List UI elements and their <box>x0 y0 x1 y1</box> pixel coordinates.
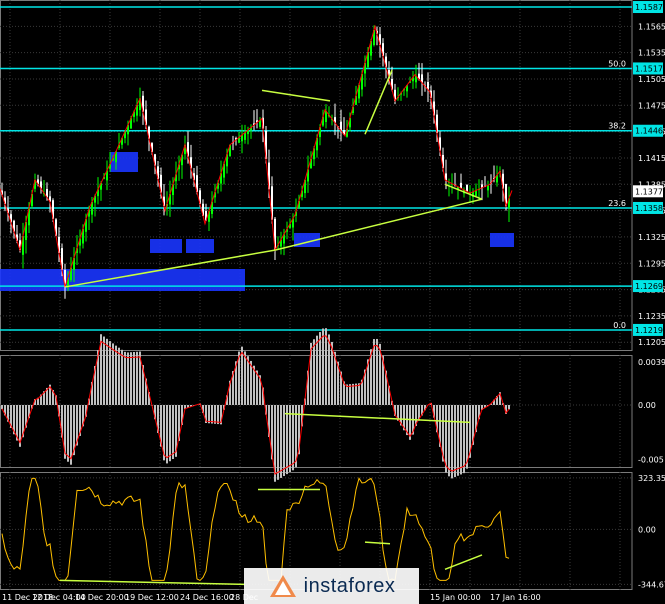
time-axis-label: 24 Dec 16:00 <box>180 593 234 602</box>
macd-tick-label: -0.005 <box>638 455 664 464</box>
zigzag-line <box>0 24 513 288</box>
price-tick-label: 1.1475 <box>638 101 665 110</box>
oscillator-divergence-line <box>364 541 391 545</box>
watermark-text: instaforex <box>303 574 396 597</box>
fib-level-label: 50.0 <box>608 59 626 68</box>
level-price-label: 1.1446 <box>635 127 663 136</box>
support-zone <box>186 239 214 253</box>
support-zone <box>150 239 182 253</box>
support-zone <box>0 269 245 291</box>
level-price-label: 1.1269 <box>635 282 663 291</box>
instaforex-logo-icon <box>269 575 296 597</box>
oscillator-tick-label: -344.6722 <box>638 580 665 589</box>
oscillator-divergence-line <box>444 554 483 570</box>
time-axis-label: 19 Dec 12:00 <box>125 593 179 602</box>
oscillator-divergence-line <box>59 579 246 586</box>
oscillator-tick-label: 0.00 <box>638 525 656 534</box>
trend-line <box>364 69 393 135</box>
time-axis-label: 15 Jan 00:00 <box>430 593 481 602</box>
trend-line <box>261 89 331 102</box>
price-tick-label: 1.1565 <box>638 22 665 31</box>
oscillator-tick-label: 323.3582 <box>638 474 665 483</box>
level-price-label: 1.1358 <box>635 204 663 213</box>
level-price-label: 1.1517 <box>635 64 663 73</box>
macd-tick-label: 0.00397 <box>638 358 665 367</box>
support-zone <box>490 233 514 247</box>
candle-body <box>466 184 468 192</box>
price-tick-label: 1.1205 <box>638 338 665 347</box>
price-tick-label: 1.1415 <box>638 154 665 163</box>
trend-line <box>274 198 483 251</box>
level-price-label: 1.1587 <box>635 3 663 12</box>
time-axis-label: 14 Dec 20:00 <box>75 593 129 602</box>
macd-tick-label: 0.00 <box>638 401 656 410</box>
price-tick-label: 1.1535 <box>638 49 665 58</box>
price-tick-label: 1.1505 <box>638 75 665 84</box>
instaforex-watermark: instaforex <box>244 568 419 604</box>
level-price-label: 1.1219 <box>635 326 663 335</box>
time-axis-label: 17 Jan 16:00 <box>490 593 541 602</box>
fib-level-label: 38.2 <box>608 122 626 131</box>
current-price-label: 1.1377 <box>635 187 663 196</box>
price-tick-label: 1.1325 <box>638 233 665 242</box>
price-tick-label: 1.1235 <box>638 312 665 321</box>
chart-canvas: 1.15651.15351.15051.14751.14451.14151.13… <box>0 0 665 602</box>
price-tick-label: 1.1295 <box>638 259 665 268</box>
fib-level-label: 23.6 <box>608 199 626 208</box>
fib-level-label: 0.0 <box>613 321 626 330</box>
